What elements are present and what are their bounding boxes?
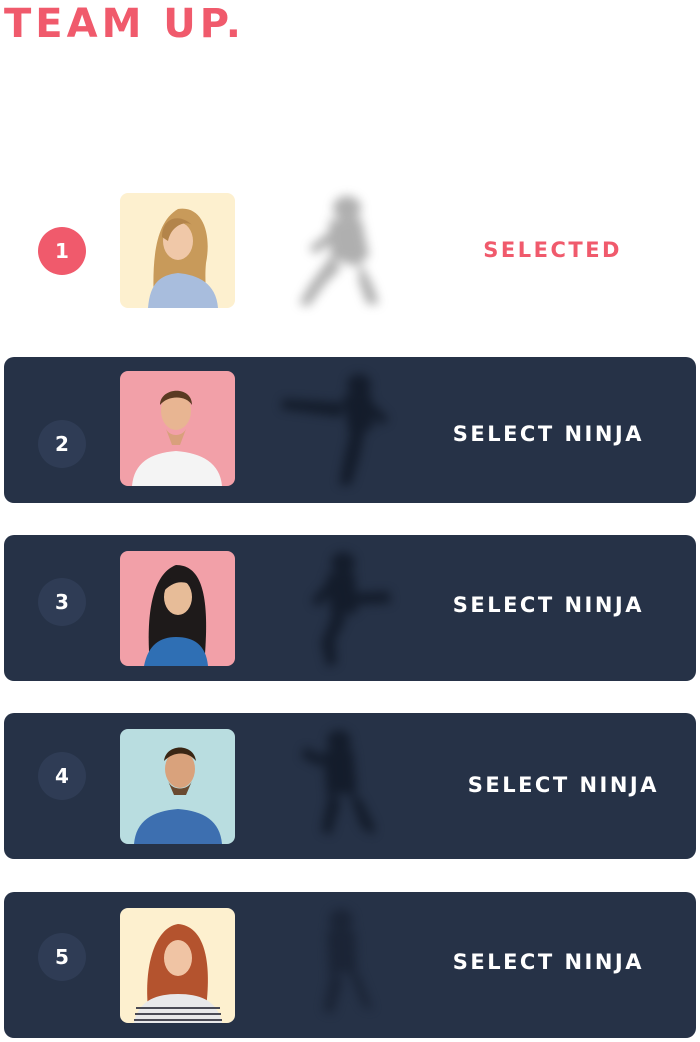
avatar-photo	[120, 729, 235, 844]
page-title: TEAM UP.	[4, 1, 245, 47]
jump-kick-ninja-silhouette	[269, 543, 409, 673]
ninja-shadow-icon	[299, 196, 379, 306]
player-row-5: 5 SELECT NINJA	[4, 892, 696, 1038]
player-row-4: 4 SELECT NINJA	[4, 713, 696, 859]
player-avatar	[120, 729, 235, 844]
crouching-ninja-silhouette	[269, 186, 409, 316]
select-ninja-button[interactable]: SELECT NINJA	[468, 773, 659, 797]
avatar-photo	[120, 371, 235, 486]
ninja-shadow-icon	[311, 552, 391, 667]
player-row-2: 2 SELECT NINJA	[4, 357, 696, 503]
player-number-badge: 2	[38, 420, 86, 468]
player-number-badge: 1	[38, 227, 86, 275]
player-avatar	[120, 371, 235, 486]
select-ninja-button[interactable]: SELECT NINJA	[453, 950, 644, 974]
select-ninja-button[interactable]: SELECT NINJA	[453, 593, 644, 617]
player-row-3: 3 SELECT NINJA	[4, 535, 696, 681]
select-ninja-button[interactable]: SELECT NINJA	[453, 422, 644, 446]
player-avatar	[120, 193, 235, 308]
avatar-photo	[120, 551, 235, 666]
kicking-ninja-silhouette	[269, 363, 409, 493]
player-number-badge: 4	[38, 752, 86, 800]
player-number-badge: 5	[38, 933, 86, 981]
ninja-shadow-icon	[281, 374, 389, 485]
ninja-shadow-icon	[323, 909, 373, 1014]
selected-status-label: SELECTED	[483, 238, 622, 262]
avatar-photo	[120, 193, 235, 308]
punching-ninja-silhouette	[269, 719, 409, 849]
avatar-photo	[120, 908, 235, 1023]
ninja-shadow-icon	[301, 730, 375, 835]
player-avatar	[120, 551, 235, 666]
player-number-badge: 3	[38, 578, 86, 626]
player-avatar	[120, 908, 235, 1023]
standing-ninja-silhouette	[269, 900, 409, 1030]
team-up-screen: TEAM UP. 1 SELECTED 2 SELECT NINJA 3 SEL…	[0, 0, 700, 1042]
player-row-1: 1 SELECTED	[4, 178, 696, 324]
